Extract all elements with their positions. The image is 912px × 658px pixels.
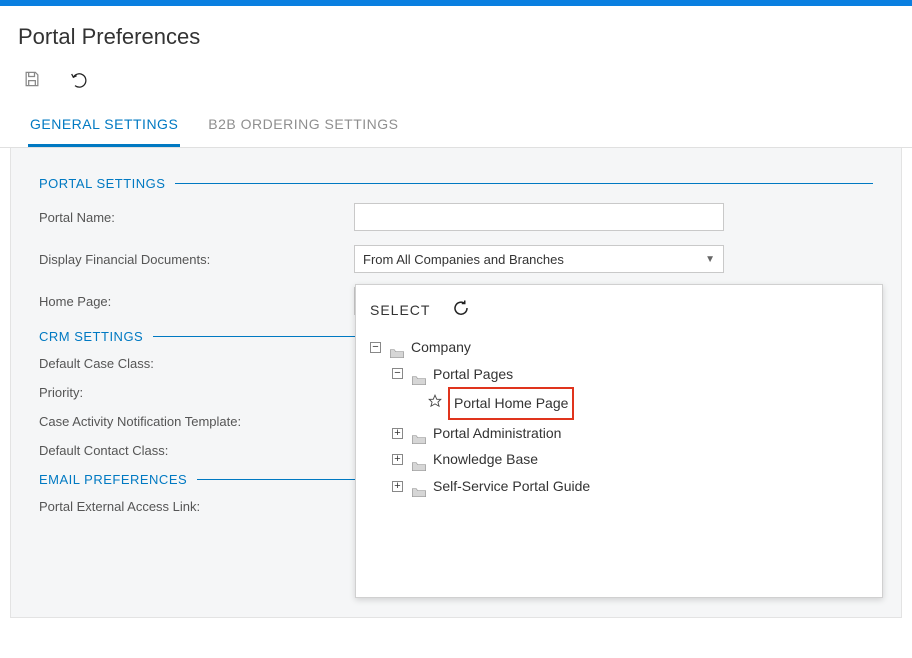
- top-accent-bar: [0, 0, 912, 6]
- tree-node-portal-home-page[interactable]: Portal Home Page: [448, 387, 574, 420]
- tree-node-portal-pages[interactable]: Portal Pages: [433, 361, 513, 388]
- label-default-contact-class: Default Contact Class:: [39, 443, 354, 458]
- section-title: CRM SETTINGS: [39, 329, 143, 344]
- section-title: PORTAL SETTINGS: [39, 176, 165, 191]
- section-portal-settings: PORTAL SETTINGS: [39, 176, 873, 191]
- undo-icon: [70, 69, 90, 89]
- refresh-icon: [452, 299, 470, 317]
- expander-plus[interactable]: +: [392, 454, 403, 465]
- expander-minus[interactable]: −: [392, 368, 403, 379]
- refresh-button[interactable]: [452, 299, 470, 320]
- tab-general-settings[interactable]: GENERAL SETTINGS: [28, 100, 180, 147]
- display-financial-documents-select[interactable]: From All Companies and Branches ▼: [354, 245, 724, 273]
- label-priority: Priority:: [39, 385, 354, 400]
- page-title: Portal Preferences: [18, 24, 912, 50]
- label-home-page: Home Page:: [39, 294, 354, 309]
- divider: [175, 183, 873, 184]
- folder-icon: [411, 368, 427, 380]
- folder-icon: [411, 454, 427, 466]
- tree: − Company − Portal Pages Portal Home Pag…: [370, 334, 868, 500]
- expander-minus[interactable]: −: [370, 342, 381, 353]
- save-button[interactable]: [22, 69, 42, 89]
- tree-node-knowledge-base[interactable]: Knowledge Base: [433, 446, 538, 473]
- toolbar: [0, 68, 912, 100]
- expander-plus[interactable]: +: [392, 428, 403, 439]
- tree-node-company[interactable]: Company: [411, 334, 471, 361]
- label-notification-template: Case Activity Notification Template:: [39, 414, 354, 429]
- save-icon: [22, 69, 42, 89]
- expander-plus[interactable]: +: [392, 481, 403, 492]
- label-display-financial-documents: Display Financial Documents:: [39, 252, 354, 267]
- label-default-case-class: Default Case Class:: [39, 356, 354, 371]
- portal-name-input[interactable]: [354, 203, 724, 231]
- star-icon: [428, 390, 442, 417]
- label-portal-name: Portal Name:: [39, 210, 354, 225]
- tree-node-self-service-guide[interactable]: Self-Service Portal Guide: [433, 473, 590, 500]
- select-label: SELECT: [370, 302, 430, 318]
- select-value: From All Companies and Branches: [363, 252, 564, 267]
- tree-node-portal-administration[interactable]: Portal Administration: [433, 420, 561, 447]
- tree-selector-panel: SELECT − Company − Portal Pages Portal H…: [355, 284, 883, 598]
- folder-icon: [411, 427, 427, 439]
- label-external-access-link: Portal External Access Link:: [39, 499, 354, 514]
- content-area: PORTAL SETTINGS Portal Name: Display Fin…: [10, 148, 902, 618]
- chevron-down-icon: ▼: [705, 254, 715, 265]
- folder-icon: [389, 341, 405, 353]
- section-title: EMAIL PREFERENCES: [39, 472, 187, 487]
- tabs: GENERAL SETTINGS B2B ORDERING SETTINGS: [0, 100, 912, 148]
- undo-button[interactable]: [70, 69, 90, 89]
- tab-b2b-ordering[interactable]: B2B ORDERING SETTINGS: [206, 100, 400, 147]
- folder-icon: [411, 480, 427, 492]
